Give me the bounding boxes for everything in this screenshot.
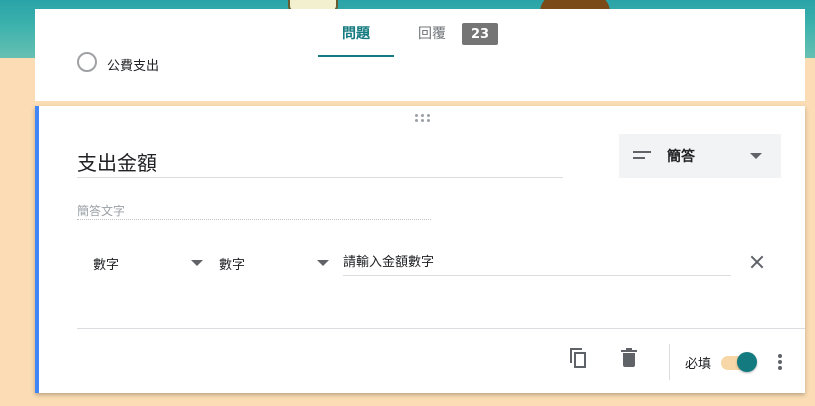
response-validation-row: 數字 數字 請輸入金額數字 — [77, 246, 777, 280]
required-label: 必填 — [685, 357, 712, 372]
more-vert-icon[interactable] — [775, 352, 785, 372]
validation-condition-label: 數字 — [219, 257, 246, 273]
footer-divider — [77, 328, 805, 329]
chevron-down-icon — [317, 260, 329, 266]
short-answer-placeholder: 簡答文字 — [77, 202, 431, 220]
custom-error-text-input[interactable]: 請輸入金額數字 — [343, 246, 731, 276]
responses-count-badge: 23 — [462, 23, 498, 45]
copy-icon[interactable] — [567, 346, 591, 370]
validation-type-dropdown[interactable]: 數字 — [93, 246, 203, 280]
question-title-input[interactable]: 支出金額 — [77, 146, 563, 178]
radio-option-label: 公費支出 — [107, 59, 160, 74]
tab-responses[interactable]: 回覆 — [418, 9, 446, 57]
tab-questions[interactable]: 問題 — [318, 9, 394, 57]
radio-option[interactable] — [77, 52, 97, 72]
previous-question-card: 公費支出 — [35, 52, 805, 101]
form-tabs-bar: 問題 回覆 23 — [35, 9, 805, 57]
validation-type-label: 數字 — [93, 257, 120, 273]
drag-handle-icon[interactable] — [415, 114, 431, 122]
question-type-label: 簡答 — [667, 149, 695, 165]
required-toggle[interactable] — [721, 352, 759, 372]
tab-questions-label: 問題 — [342, 26, 370, 42]
delete-icon[interactable] — [617, 346, 641, 370]
chevron-down-icon — [191, 260, 203, 266]
footer-vertical-divider — [669, 344, 670, 380]
question-type-dropdown[interactable]: 簡答 — [619, 134, 781, 178]
chevron-down-icon — [750, 153, 762, 159]
close-icon[interactable] — [749, 254, 765, 270]
tab-responses-label: 回覆 — [418, 26, 446, 42]
validation-condition-dropdown[interactable]: 數字 — [219, 246, 329, 280]
question-card[interactable]: 支出金額 簡答 簡答文字 數字 數字 請輸入金額數字 必填 — [35, 106, 805, 393]
short-answer-icon — [633, 151, 651, 161]
